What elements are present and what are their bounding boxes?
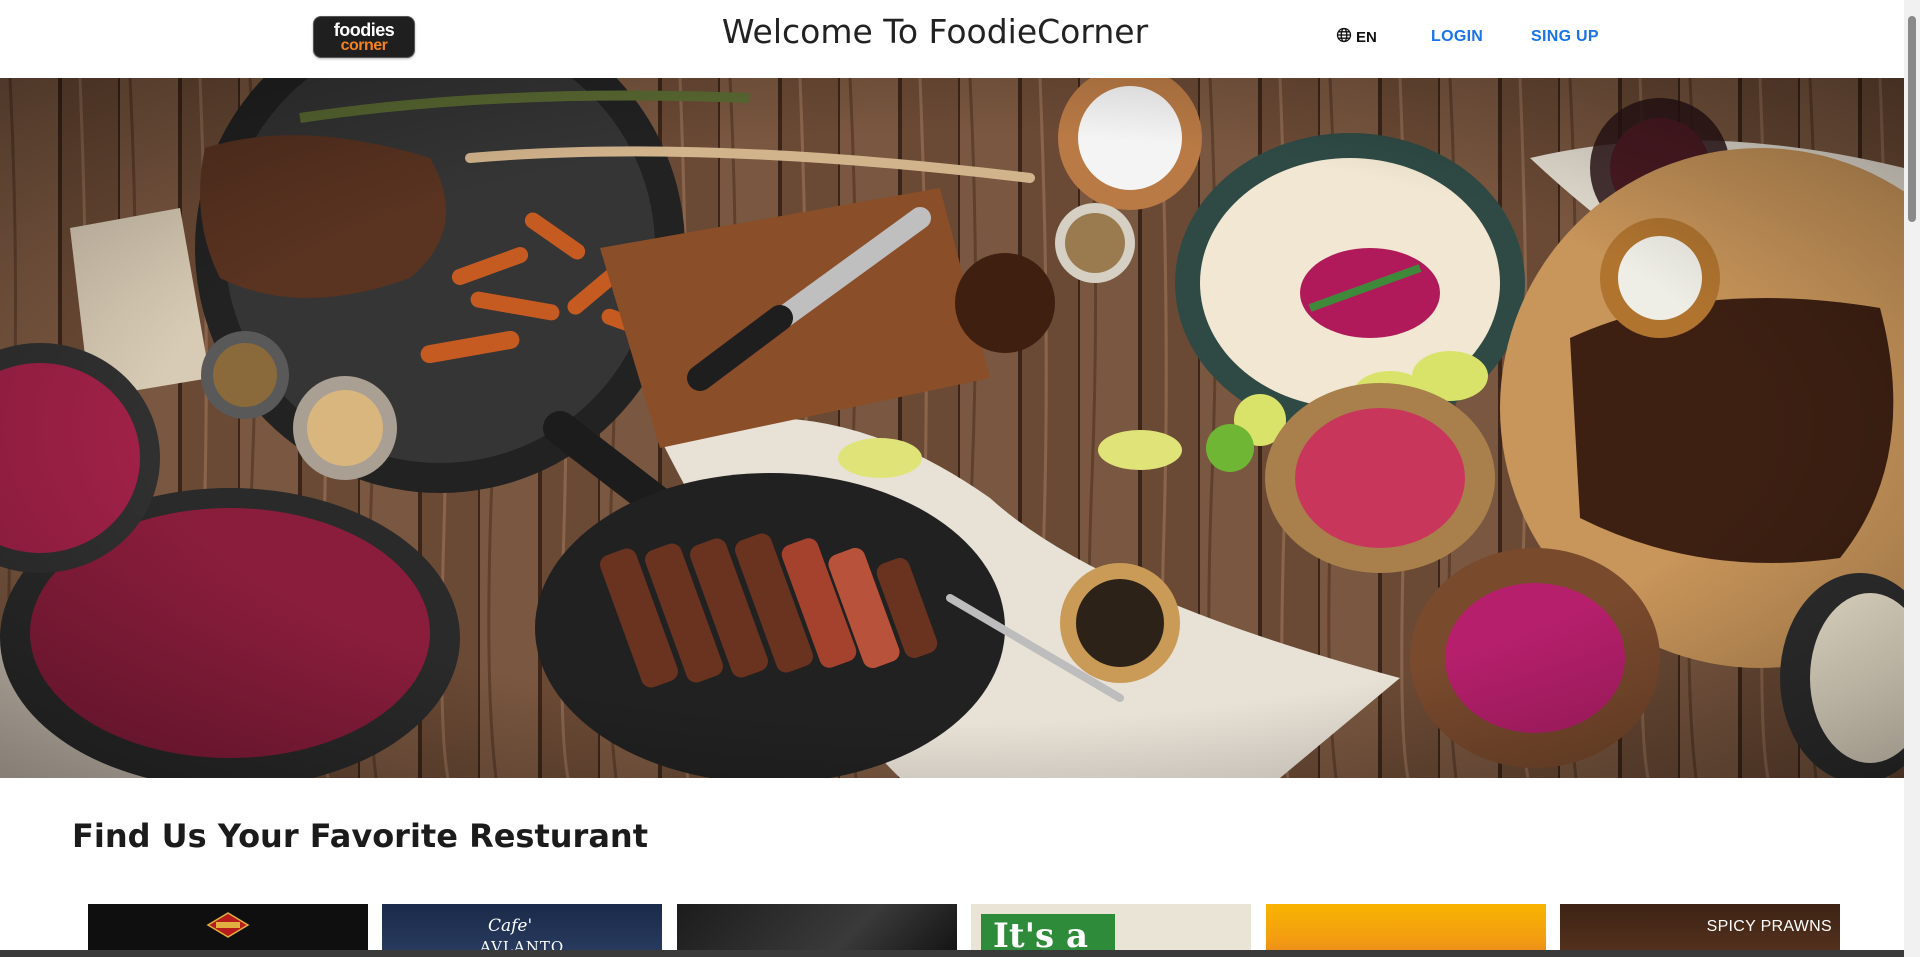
scrollbar-thumb[interactable] [1908,16,1916,222]
language-label: EN [1356,28,1377,46]
horizontal-scrollbar[interactable] [0,950,1904,957]
login-link[interactable]: LOGIN [1431,28,1483,46]
section-title: Find Us Your Favorite Resturant [72,817,648,855]
top-header: foodies corner Welcome To FoodieCorner E… [0,0,1904,78]
restaurant-card-2-text: Cafe' [488,916,533,936]
language-selector[interactable]: EN [1336,27,1377,47]
vertical-scrollbar[interactable] [1904,0,1920,957]
signup-link[interactable]: SING UP [1531,28,1599,46]
hero-food-image [0,78,1904,778]
globe-icon [1336,27,1352,47]
restaurant-emblem-icon [206,912,250,938]
page: foodies corner Welcome To FoodieCorner E… [0,0,1920,957]
restaurant-card-6-text: SPICY PRAWNS [1706,918,1832,935]
